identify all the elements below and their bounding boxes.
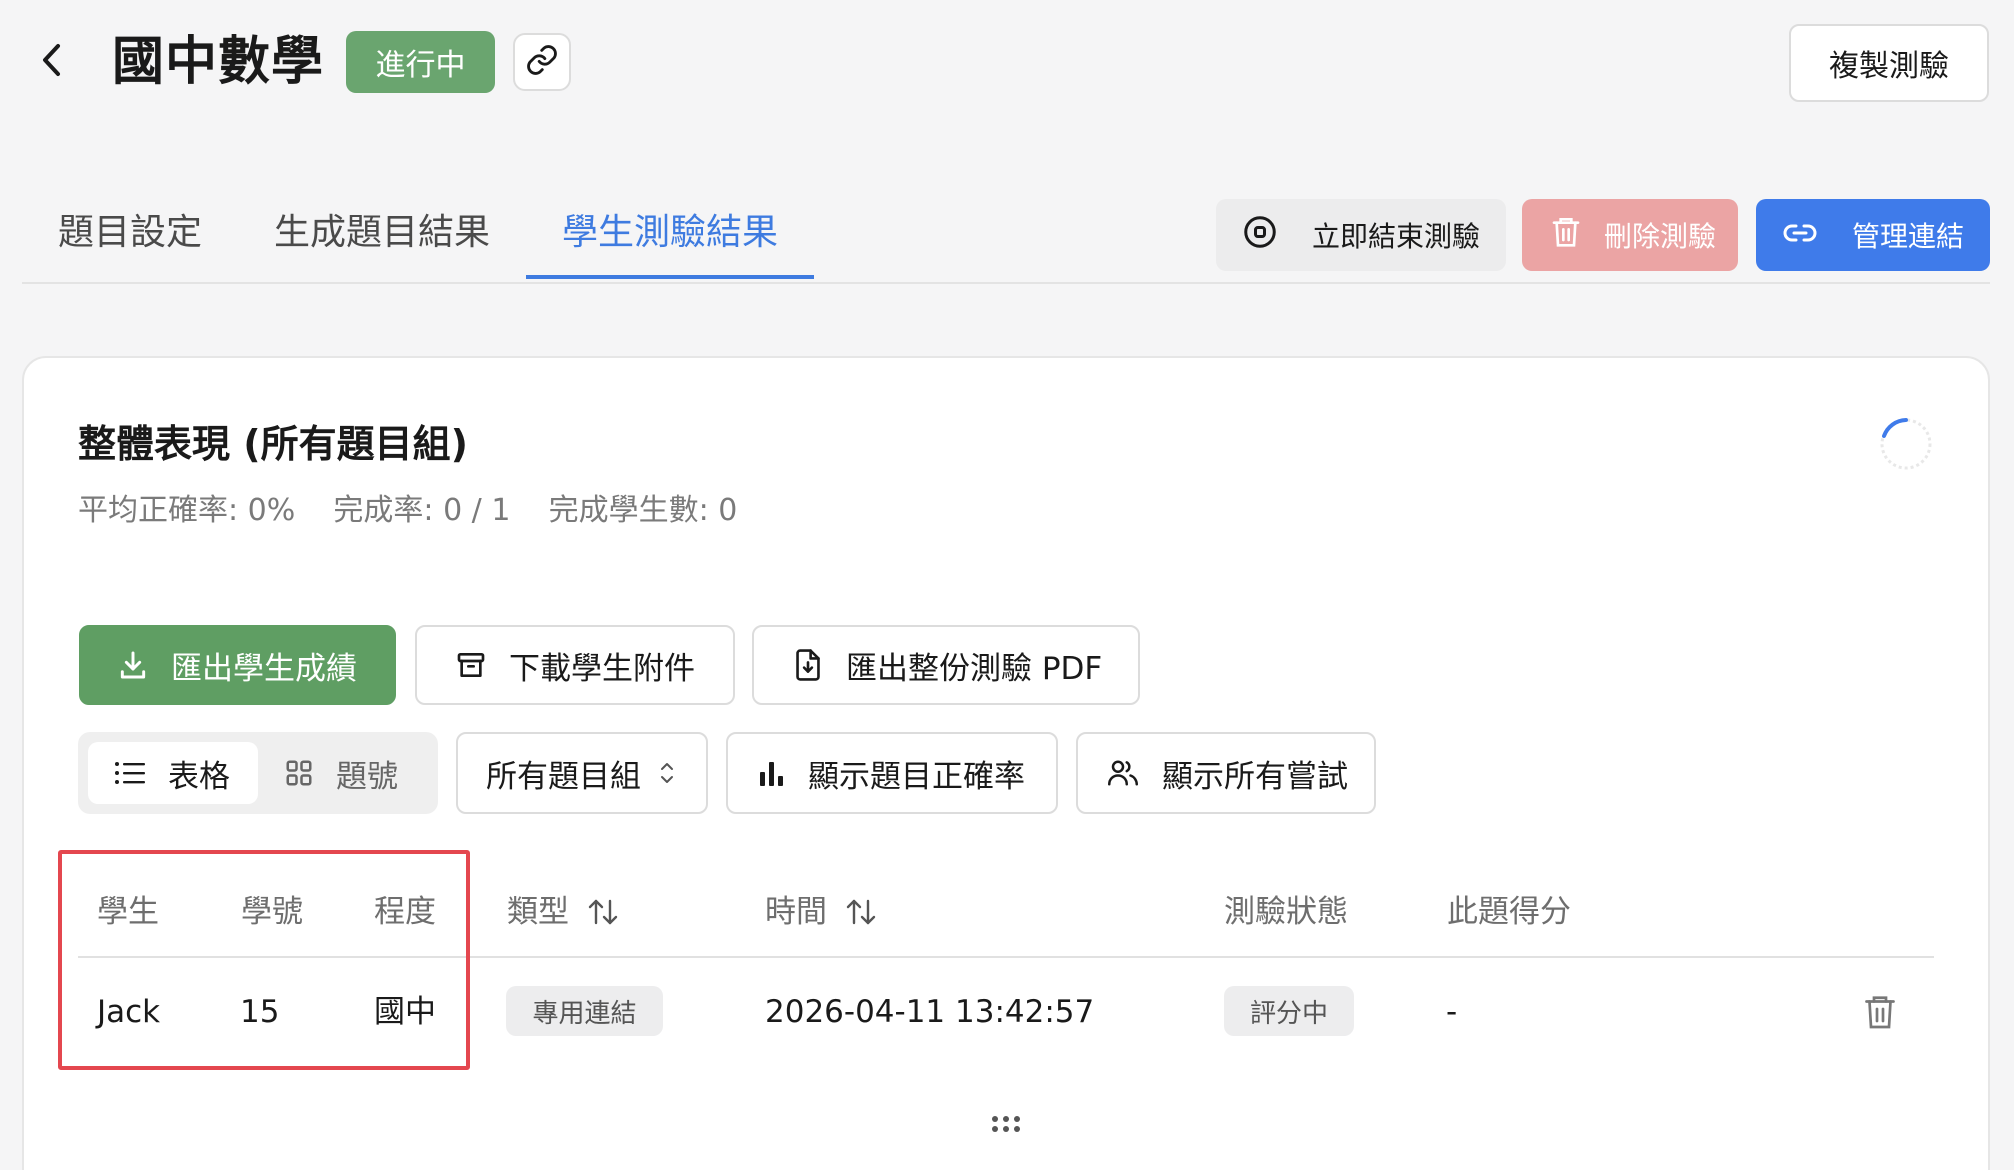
users-icon [1106, 758, 1140, 788]
delete-quiz-label: 刪除測驗 [1604, 220, 1717, 253]
delete-row-button[interactable] [1862, 992, 1898, 1032]
sort-arrows-icon [845, 897, 877, 927]
grid-icon [284, 758, 314, 788]
download-attachments-button[interactable]: 下載學生附件 [415, 625, 735, 705]
manage-links-button[interactable]: 管理連結 [1756, 199, 1990, 271]
show-all-attempts-label: 顯示所有嘗試 [1162, 758, 1348, 795]
view-table-button[interactable]: 表格 [88, 742, 258, 804]
spinner-icon [1878, 416, 1934, 472]
trash-icon [1862, 996, 1898, 1036]
completed-students-label: 完成學生數: [548, 493, 709, 528]
status-chip: 評分中 [1224, 986, 1354, 1036]
chain-link-icon [1782, 219, 1818, 252]
highlight-box [58, 850, 470, 1070]
column-header-status: 測驗狀態 [1224, 894, 1348, 930]
bar-chart-icon [758, 758, 786, 788]
question-group-value: 所有題目組 [486, 758, 641, 795]
back-chevron-icon [38, 40, 66, 84]
trash-icon [1550, 214, 1582, 257]
download-attachments-label: 下載學生附件 [509, 650, 695, 687]
export-scores-button[interactable]: 匯出學生成績 [79, 625, 396, 705]
tab-student-results[interactable]: 學生測驗結果 [562, 205, 778, 261]
status-badge: 進行中 [346, 31, 495, 93]
stop-circle-icon [1242, 214, 1278, 257]
archive-icon [455, 649, 487, 681]
column-header-type-label: 類型 [507, 894, 569, 930]
avg-accuracy-label: 平均正確率: [78, 493, 239, 528]
cell-score: - [1446, 994, 1458, 1030]
type-chip: 專用連結 [506, 986, 663, 1036]
question-group-select[interactable]: 所有題目組 [456, 732, 708, 814]
drag-handle-icon[interactable] [990, 1114, 1022, 1134]
view-number-label: 題號 [336, 758, 398, 795]
performance-title: 整體表現 (所有題目組) [78, 422, 468, 466]
download-icon [117, 649, 149, 681]
back-button[interactable] [30, 36, 74, 88]
view-number-button[interactable]: 題號 [284, 742, 424, 804]
column-header-score: 此題得分 [1447, 894, 1571, 930]
copy-link-button[interactable] [513, 33, 571, 91]
performance-stats: 平均正確率: 0% 完成率: 0 / 1 完成學生數: 0 [78, 486, 737, 536]
tab-generated-results[interactable]: 生成題目結果 [274, 205, 490, 261]
sort-arrows-icon [587, 897, 619, 927]
show-accuracy-label: 顯示題目正確率 [808, 758, 1025, 795]
completed-students-value: 0 [718, 493, 738, 528]
column-header-time[interactable]: 時間 [765, 884, 877, 940]
list-icon [114, 760, 146, 786]
column-header-time-label: 時間 [765, 894, 827, 930]
tab-question-settings[interactable]: 題目設定 [58, 205, 202, 261]
file-download-icon [792, 648, 824, 682]
end-quiz-label: 立即結束測驗 [1312, 220, 1481, 253]
up-down-chevron-icon [659, 760, 675, 786]
cell-time: 2026-04-11 13:42:57 [765, 994, 1095, 1030]
page-title: 國中數學 [112, 32, 325, 92]
export-pdf-label: 匯出整份測驗 PDF [846, 650, 1103, 687]
completion-label: 完成率: [333, 493, 434, 528]
show-all-attempts-button[interactable]: 顯示所有嘗試 [1076, 732, 1376, 814]
export-pdf-button[interactable]: 匯出整份測驗 PDF [752, 625, 1140, 705]
view-table-label: 表格 [168, 758, 230, 795]
delete-quiz-button[interactable]: 刪除測驗 [1522, 199, 1738, 271]
manage-links-label: 管理連結 [1852, 220, 1965, 253]
export-scores-label: 匯出學生成績 [171, 650, 357, 687]
show-accuracy-button[interactable]: 顯示題目正確率 [726, 732, 1058, 814]
column-header-type[interactable]: 類型 [507, 884, 619, 940]
link-icon [525, 43, 559, 81]
avg-accuracy-value: 0% [247, 493, 296, 528]
tabs-divider [22, 282, 1990, 284]
copy-quiz-button[interactable]: 複製測驗 [1789, 24, 1989, 102]
completion-value: 0 / 1 [443, 493, 511, 528]
active-tab-indicator [526, 275, 814, 279]
end-quiz-button[interactable]: 立即結束測驗 [1216, 199, 1506, 271]
